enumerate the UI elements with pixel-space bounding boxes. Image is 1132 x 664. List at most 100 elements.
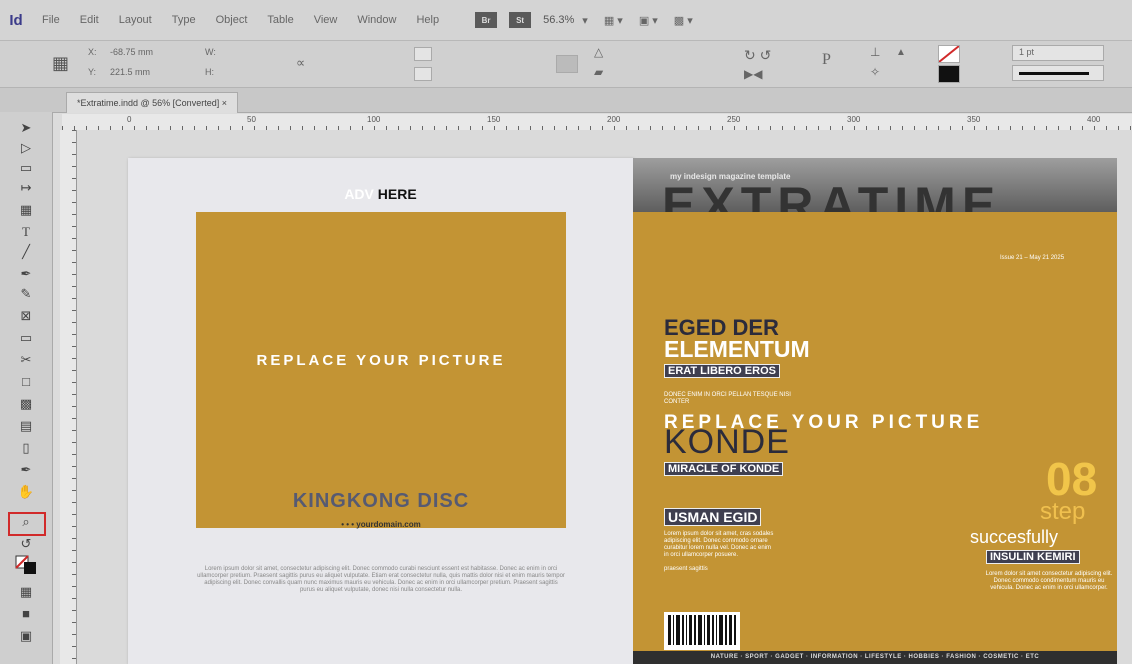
stroke-weight-value: 1 pt bbox=[1019, 47, 1035, 57]
menu-bar: Id File Edit Layout Type Object Table Vi… bbox=[0, 0, 1132, 41]
zoom-tool-highlight bbox=[8, 512, 46, 536]
zoom-dropdown-icon[interactable]: ▾ bbox=[582, 14, 588, 27]
cover-small-text-2b: praesent sagittis bbox=[664, 566, 708, 572]
flip-icon[interactable]: ▶◀ bbox=[744, 67, 762, 81]
p-icon[interactable]: P bbox=[822, 51, 831, 69]
formatting-container-icon[interactable]: ▦ bbox=[14, 582, 38, 602]
close-icon[interactable]: × bbox=[222, 98, 227, 108]
ruler-tick: 350 bbox=[967, 115, 981, 124]
menu-help[interactable]: Help bbox=[406, 14, 449, 26]
stroke-weight-field[interactable]: 1 pt bbox=[1012, 45, 1104, 61]
cover-small-text-2: Lorem ipsum dolor sit amet, cras sodales… bbox=[664, 531, 774, 573]
menu-object[interactable]: Object bbox=[206, 14, 258, 26]
stroke-swatch-icon[interactable] bbox=[938, 65, 960, 83]
note-tool-icon[interactable]: ▯ bbox=[14, 438, 38, 458]
hand-tool-icon[interactable]: ✋ bbox=[14, 482, 38, 502]
select-container-icon[interactable]: ⊥ bbox=[870, 45, 880, 59]
cover-tag-usman: USMAN EGID bbox=[664, 508, 762, 526]
konde-headline: KONDE bbox=[664, 423, 790, 461]
bridge-button[interactable]: Br bbox=[475, 12, 498, 28]
stroke-type-dropdown[interactable] bbox=[1012, 65, 1104, 81]
stock-button[interactable]: St bbox=[509, 12, 532, 28]
left-picture-placeholder: REPLACE YOUR PICTURE bbox=[256, 352, 506, 369]
rectangle-tool-icon[interactable]: ▭ bbox=[14, 328, 38, 348]
menu-view[interactable]: View bbox=[304, 14, 348, 26]
fill-swatch-icon[interactable] bbox=[938, 45, 960, 63]
gap-tool-icon[interactable]: ↦ bbox=[14, 178, 38, 198]
constrain-icon[interactable]: ∝ bbox=[296, 55, 305, 71]
cover-tag-insulin: INSULIN KEMIRI bbox=[986, 550, 1080, 564]
left-picture-frame[interactable] bbox=[196, 212, 566, 528]
rotation-angle-icon[interactable]: △ bbox=[594, 45, 603, 59]
h-label: H: bbox=[205, 67, 214, 77]
rotate-cw-icon[interactable]: ↻ ↺ bbox=[744, 47, 771, 64]
ruler-tick: 300 bbox=[847, 115, 861, 124]
cover-headline-2: ELEMENTUM bbox=[664, 336, 810, 362]
screen-mode-icon[interactable]: ▣ ▾ bbox=[639, 14, 658, 27]
apply-color-icon[interactable]: ■ bbox=[14, 604, 38, 624]
scale-x-field[interactable] bbox=[414, 47, 432, 61]
pen-tool-icon[interactable]: ✒ bbox=[14, 264, 38, 284]
view-options-icon[interactable]: ▦ ▾ bbox=[604, 14, 623, 27]
selection-tool-icon[interactable]: ➤ bbox=[14, 118, 38, 138]
menu-table[interactable]: Table bbox=[257, 14, 303, 26]
shear-angle-icon[interactable]: ▰ bbox=[594, 65, 603, 79]
vertical-ruler bbox=[60, 130, 77, 664]
cover-tag-erat: ERAT LIBERO EROS bbox=[664, 364, 780, 378]
ruler-tick: 250 bbox=[727, 115, 741, 124]
menu-type[interactable]: Type bbox=[162, 14, 206, 26]
adv-prefix: ADV bbox=[344, 186, 374, 202]
menu-file[interactable]: File bbox=[32, 14, 70, 26]
menu-edit[interactable]: Edit bbox=[70, 14, 109, 26]
successfully-text: succesfully bbox=[970, 527, 1059, 547]
cover-small-text-2a: Lorem ipsum dolor sit amet, cras sodales… bbox=[664, 531, 774, 558]
free-transform-tool-icon[interactable]: □ bbox=[14, 372, 38, 392]
cover-tag-miracle: MIRACLE OF KONDE bbox=[664, 462, 784, 476]
fx-icon[interactable]: ▲ bbox=[896, 47, 906, 58]
zoom-level[interactable]: 56.3% bbox=[543, 14, 574, 26]
horizontal-ruler: 0 50 100 150 200 250 300 350 400 bbox=[62, 114, 1132, 131]
document-tab[interactable]: *Extratime.indd @ 56% [Converted] × bbox=[66, 92, 238, 113]
magazine-title: EXTRATIME bbox=[662, 178, 1002, 212]
gradient-feather-tool-icon[interactable]: ▤ bbox=[14, 416, 38, 436]
cover-small-text-1: DONEC ENIM IN ORCI PELLAN TESQUE NISI CO… bbox=[664, 392, 791, 405]
ruler-tick: 0 bbox=[127, 115, 132, 124]
app-logo: Id bbox=[9, 11, 23, 29]
direct-selection-tool-icon[interactable]: ▷ bbox=[14, 138, 38, 158]
rotate-icon[interactable] bbox=[556, 55, 578, 73]
reference-point-icon[interactable]: ▦ bbox=[52, 53, 69, 74]
ruler-tick: 400 bbox=[1087, 115, 1101, 124]
ruler-tick: 200 bbox=[607, 115, 621, 124]
left-body-text: Lorem ipsum dolor sit amet, consectetur … bbox=[197, 566, 565, 593]
x-label: X: bbox=[88, 47, 97, 57]
scissors-tool-icon[interactable]: ✂ bbox=[14, 350, 38, 370]
ruler-tick: 150 bbox=[487, 115, 501, 124]
arrange-documents-icon[interactable]: ▩ ▾ bbox=[674, 14, 693, 27]
screen-mode-normal-icon[interactable]: ▣ bbox=[14, 626, 38, 646]
select-content-icon[interactable]: ✧ bbox=[870, 65, 880, 79]
control-panel: ▦ X: -68.75 mm Y: 221.5 mm W: H: ∝ △ ▰ ↻… bbox=[0, 41, 1132, 88]
pencil-tool-icon[interactable]: ✎ bbox=[14, 284, 38, 304]
issue-date: Issue 21 – May 21 2025 bbox=[1000, 255, 1065, 261]
page-tool-icon[interactable]: ▭ bbox=[14, 158, 38, 178]
scale-y-field[interactable] bbox=[414, 67, 432, 81]
y-field[interactable]: 221.5 mm bbox=[110, 67, 150, 77]
tools-panel: ➤ ▷ ▭ ↦ ▦ T ╱ ✒ ✎ ⊠ ▭ ✂ □ ▩ ▤ ▯ ✒ ✋ ⌕ ↺ … bbox=[0, 112, 53, 664]
content-collector-tool-icon[interactable]: ▦ bbox=[14, 200, 38, 220]
adv-heading: ADV HERE bbox=[128, 186, 633, 202]
cover-small-text-3: Lorem dolor sit amet consectetur adipisc… bbox=[985, 571, 1113, 591]
ruler-tick: 50 bbox=[247, 115, 256, 124]
gradient-swatch-tool-icon[interactable]: ▩ bbox=[14, 394, 38, 414]
swap-fill-stroke-icon[interactable]: ↺ bbox=[14, 534, 38, 554]
menu-layout[interactable]: Layout bbox=[109, 14, 162, 26]
line-tool-icon[interactable]: ╱ bbox=[14, 242, 38, 262]
ruler-tick: 100 bbox=[367, 115, 381, 124]
step-text: step bbox=[1040, 498, 1086, 525]
type-tool-icon[interactable]: T bbox=[14, 222, 38, 242]
menu-window[interactable]: Window bbox=[347, 14, 406, 26]
fill-stroke-icon[interactable] bbox=[14, 554, 38, 574]
x-field[interactable]: -68.75 mm bbox=[110, 47, 153, 57]
eyedropper-tool-icon[interactable]: ✒ bbox=[14, 460, 38, 480]
rectangle-frame-tool-icon[interactable]: ⊠ bbox=[14, 306, 38, 326]
document-tab-title: *Extratime.indd @ 56% [Converted] bbox=[77, 98, 220, 108]
